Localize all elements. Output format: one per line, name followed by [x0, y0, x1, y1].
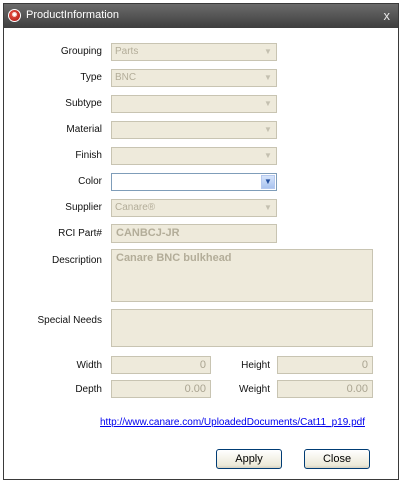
description-field[interactable]: Canare BNC bulkhead	[111, 249, 373, 302]
subtype-select[interactable]: ▼	[111, 95, 277, 113]
depth-label: Depth	[75, 384, 102, 395]
color-label: Color	[78, 176, 102, 187]
type-label: Type	[80, 72, 102, 83]
apply-button[interactable]: Apply	[216, 449, 282, 469]
finish-label: Finish	[75, 150, 102, 161]
window-title: ProductInformation	[26, 9, 119, 21]
app-logo-icon: ◉	[8, 9, 21, 22]
type-select[interactable]: BNC ▼	[111, 69, 277, 87]
product-information-dialog: ◉ ProductInformation x Grouping Parts ▼ …	[3, 3, 399, 480]
close-button[interactable]: Close	[304, 449, 370, 469]
height-label: Height	[241, 360, 270, 371]
chevron-down-icon: ▼	[264, 73, 272, 82]
special-needs-label: Special Needs	[37, 315, 102, 326]
width-label: Width	[76, 360, 102, 371]
subtype-label: Subtype	[65, 98, 102, 109]
chevron-down-icon: ▼	[264, 99, 272, 108]
supplier-label: Supplier	[65, 202, 102, 213]
chevron-down-icon: ▼	[264, 125, 272, 134]
type-value: BNC	[115, 72, 137, 83]
chevron-down-icon: ▼	[264, 203, 272, 212]
grouping-label: Grouping	[60, 46, 102, 57]
grouping-value: Parts	[115, 46, 139, 57]
material-label: Material	[66, 124, 102, 135]
special-needs-field[interactable]	[111, 309, 373, 347]
chevron-down-icon[interactable]: ▼	[261, 175, 275, 189]
material-select[interactable]: ▼	[111, 121, 277, 139]
color-select[interactable]: ▼	[111, 173, 277, 191]
datasheet-link[interactable]: http://www.canare.com/UploadedDocuments/…	[100, 417, 365, 428]
description-label: Description	[51, 255, 102, 266]
height-field[interactable]: 0	[277, 356, 373, 374]
close-icon[interactable]: x	[384, 8, 391, 23]
chevron-down-icon: ▼	[264, 47, 272, 56]
grouping-select[interactable]: Parts ▼	[111, 43, 277, 61]
part-number-label: RCI Part#	[58, 228, 102, 239]
weight-label: Weight	[239, 384, 270, 395]
weight-field[interactable]: 0.00	[277, 380, 373, 398]
finish-select[interactable]: ▼	[111, 147, 277, 165]
supplier-value: Canare®	[115, 202, 156, 213]
chevron-down-icon: ▼	[264, 151, 272, 160]
title-bar[interactable]: ◉ ProductInformation x	[4, 4, 398, 28]
part-number-field[interactable]: CANBCJ-JR	[111, 224, 277, 243]
supplier-select[interactable]: Canare® ▼	[111, 199, 277, 217]
